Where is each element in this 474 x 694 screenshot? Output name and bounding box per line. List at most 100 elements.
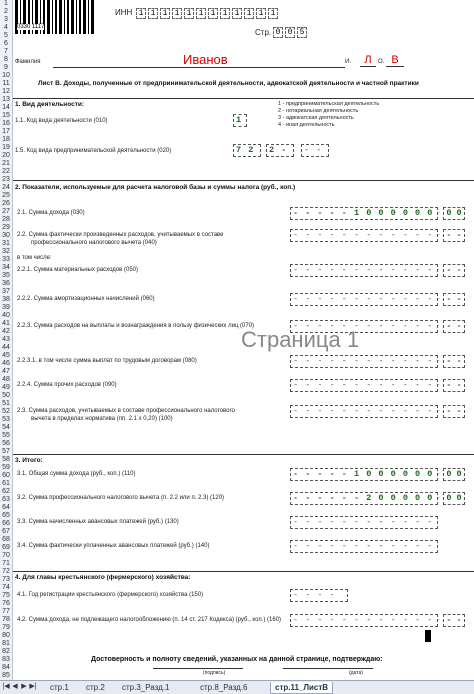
next-sheet-button[interactable]: ▶ xyxy=(20,682,28,692)
row-number[interactable]: 27 xyxy=(0,208,12,216)
sheet-tab[interactable]: стр.11_ЛистВ xyxy=(270,682,334,694)
row-number[interactable]: 9 xyxy=(0,64,12,72)
row-number[interactable]: 7 xyxy=(0,48,12,56)
section2-row-value-field[interactable]: - - - - - - - - - - - - xyxy=(290,405,438,418)
row-number[interactable]: 70 xyxy=(0,552,12,560)
row-number[interactable]: 36 xyxy=(0,280,12,288)
row-number[interactable]: 5 xyxy=(0,32,12,40)
row-number[interactable]: 39 xyxy=(0,304,12,312)
row-number[interactable]: 20 xyxy=(0,152,12,160)
row-number[interactable]: 71 xyxy=(0,560,12,568)
row-number[interactable]: 35 xyxy=(0,272,12,280)
row-number[interactable]: 32 xyxy=(0,248,12,256)
row-number[interactable]: 8 xyxy=(0,56,12,64)
business-code-part1[interactable]: 7 2 xyxy=(233,144,261,157)
row-number[interactable]: 29 xyxy=(0,224,12,232)
row-number[interactable]: 62 xyxy=(0,488,12,496)
row-number[interactable]: 85 xyxy=(0,672,12,680)
row-number[interactable]: 18 xyxy=(0,136,12,144)
inn-digit-cell[interactable]: 1 xyxy=(256,8,266,19)
row-number[interactable]: 25 xyxy=(0,192,12,200)
row-number[interactable]: 58 xyxy=(0,456,12,464)
sheet-tab[interactable]: стр.8_Разд.6 xyxy=(196,682,252,693)
row-number[interactable]: 1 xyxy=(0,0,12,8)
row-number[interactable]: 38 xyxy=(0,296,12,304)
section2-row-kopeck-field[interactable]: - - xyxy=(443,379,465,392)
section2-row-value-field[interactable]: - - - - - - - - - - - - xyxy=(290,355,438,368)
row-number[interactable]: 74 xyxy=(0,584,12,592)
row-number[interactable]: 63 xyxy=(0,496,12,504)
prev-sheet-button[interactable]: ◀ xyxy=(11,682,19,692)
row-number[interactable]: 19 xyxy=(0,144,12,152)
row-number[interactable]: 31 xyxy=(0,240,12,248)
initial-o-value[interactable]: В xyxy=(386,54,404,67)
row-number[interactable]: 73 xyxy=(0,576,12,584)
row-number[interactable]: 49 xyxy=(0,384,12,392)
section2-row-value-field[interactable]: - - - - - - - - - - - - xyxy=(290,229,438,242)
row-number[interactable]: 30 xyxy=(0,232,12,240)
row-number[interactable]: 84 xyxy=(0,664,12,672)
row-number[interactable]: 22 xyxy=(0,168,12,176)
row-number[interactable]: 41 xyxy=(0,320,12,328)
row-number[interactable]: 44 xyxy=(0,344,12,352)
sheet-tab[interactable]: стр.1 xyxy=(46,682,73,693)
section2-row-value-field[interactable]: - - - - - - - - - - - - xyxy=(290,293,438,306)
section2-row-value-field[interactable]: - - - - - - - - - - - - xyxy=(290,379,438,392)
row-number[interactable]: 37 xyxy=(0,288,12,296)
row-number[interactable]: 68 xyxy=(0,536,12,544)
section2-row-kopeck-field[interactable]: - - xyxy=(443,264,465,277)
row-number[interactable]: 75 xyxy=(0,592,12,600)
section4-row-value-field[interactable]: - - - - xyxy=(290,589,348,602)
row-number[interactable]: 78 xyxy=(0,616,12,624)
row-number[interactable]: 4 xyxy=(0,24,12,32)
row-number[interactable]: 43 xyxy=(0,336,12,344)
row-number[interactable]: 11 xyxy=(0,80,12,88)
row-number[interactable]: 83 xyxy=(0,656,12,664)
row-number[interactable]: 48 xyxy=(0,376,12,384)
inn-digit-cell[interactable]: 1 xyxy=(160,8,170,19)
row-number[interactable]: 79 xyxy=(0,624,12,632)
section2-row-kopeck-field[interactable]: - - xyxy=(443,405,465,418)
section4-row-kopeck-field[interactable]: - - xyxy=(443,614,465,627)
business-code-part3[interactable]: - - xyxy=(301,144,329,157)
row-number[interactable]: 45 xyxy=(0,352,12,360)
inn-digit-cell[interactable]: 1 xyxy=(184,8,194,19)
row-number[interactable]: 40 xyxy=(0,312,12,320)
business-code-part2[interactable]: 2 - xyxy=(266,144,294,157)
section3-row-value-field[interactable]: - - - - - - - - - - - - xyxy=(290,516,438,529)
row-number[interactable]: 14 xyxy=(0,104,12,112)
inn-digit-cell[interactable]: 1 xyxy=(196,8,206,19)
row-number[interactable]: 51 xyxy=(0,400,12,408)
row-number[interactable]: 52 xyxy=(0,408,12,416)
row-number[interactable]: 72 xyxy=(0,568,12,576)
inn-digit-cell[interactable]: 1 xyxy=(220,8,230,19)
page-digit-cell[interactable]: 0 xyxy=(273,27,283,38)
row-number[interactable]: 17 xyxy=(0,128,12,136)
section4-row-value-field[interactable]: - - - - - - - - - - - - xyxy=(290,614,438,627)
row-number[interactable]: 55 xyxy=(0,432,12,440)
row-number[interactable]: 50 xyxy=(0,392,12,400)
section2-row-value-field[interactable]: - - - - - 1 0 0 0 0 0 0 xyxy=(290,207,438,220)
section2-row-kopeck-field[interactable]: - - xyxy=(443,355,465,368)
row-number[interactable]: 66 xyxy=(0,520,12,528)
row-number[interactable]: 69 xyxy=(0,544,12,552)
row-number[interactable]: 59 xyxy=(0,464,12,472)
row-number[interactable]: 23 xyxy=(0,176,12,184)
row-number[interactable]: 67 xyxy=(0,528,12,536)
surname-value[interactable]: Иванов xyxy=(183,52,228,67)
row-number[interactable]: 21 xyxy=(0,160,12,168)
page-digit-cell[interactable]: 0 xyxy=(285,27,295,38)
row-number[interactable]: 3 xyxy=(0,16,12,24)
activity-code-field[interactable]: 1 xyxy=(233,114,247,127)
row-number[interactable]: 76 xyxy=(0,600,12,608)
section2-row-kopeck-field[interactable]: - - xyxy=(443,293,465,306)
section2-row-kopeck-field[interactable]: 0 0 xyxy=(443,207,465,220)
inn-digit-cell[interactable]: 1 xyxy=(244,8,254,19)
inn-digit-cell[interactable]: 1 xyxy=(232,8,242,19)
row-number[interactable]: 12 xyxy=(0,88,12,96)
row-number[interactable]: 15 xyxy=(0,112,12,120)
section3-row-value-field[interactable]: - - - - - - 2 0 0 0 0 0 xyxy=(290,492,438,505)
row-number[interactable]: 60 xyxy=(0,472,12,480)
row-number[interactable]: 64 xyxy=(0,504,12,512)
row-number[interactable]: 82 xyxy=(0,648,12,656)
